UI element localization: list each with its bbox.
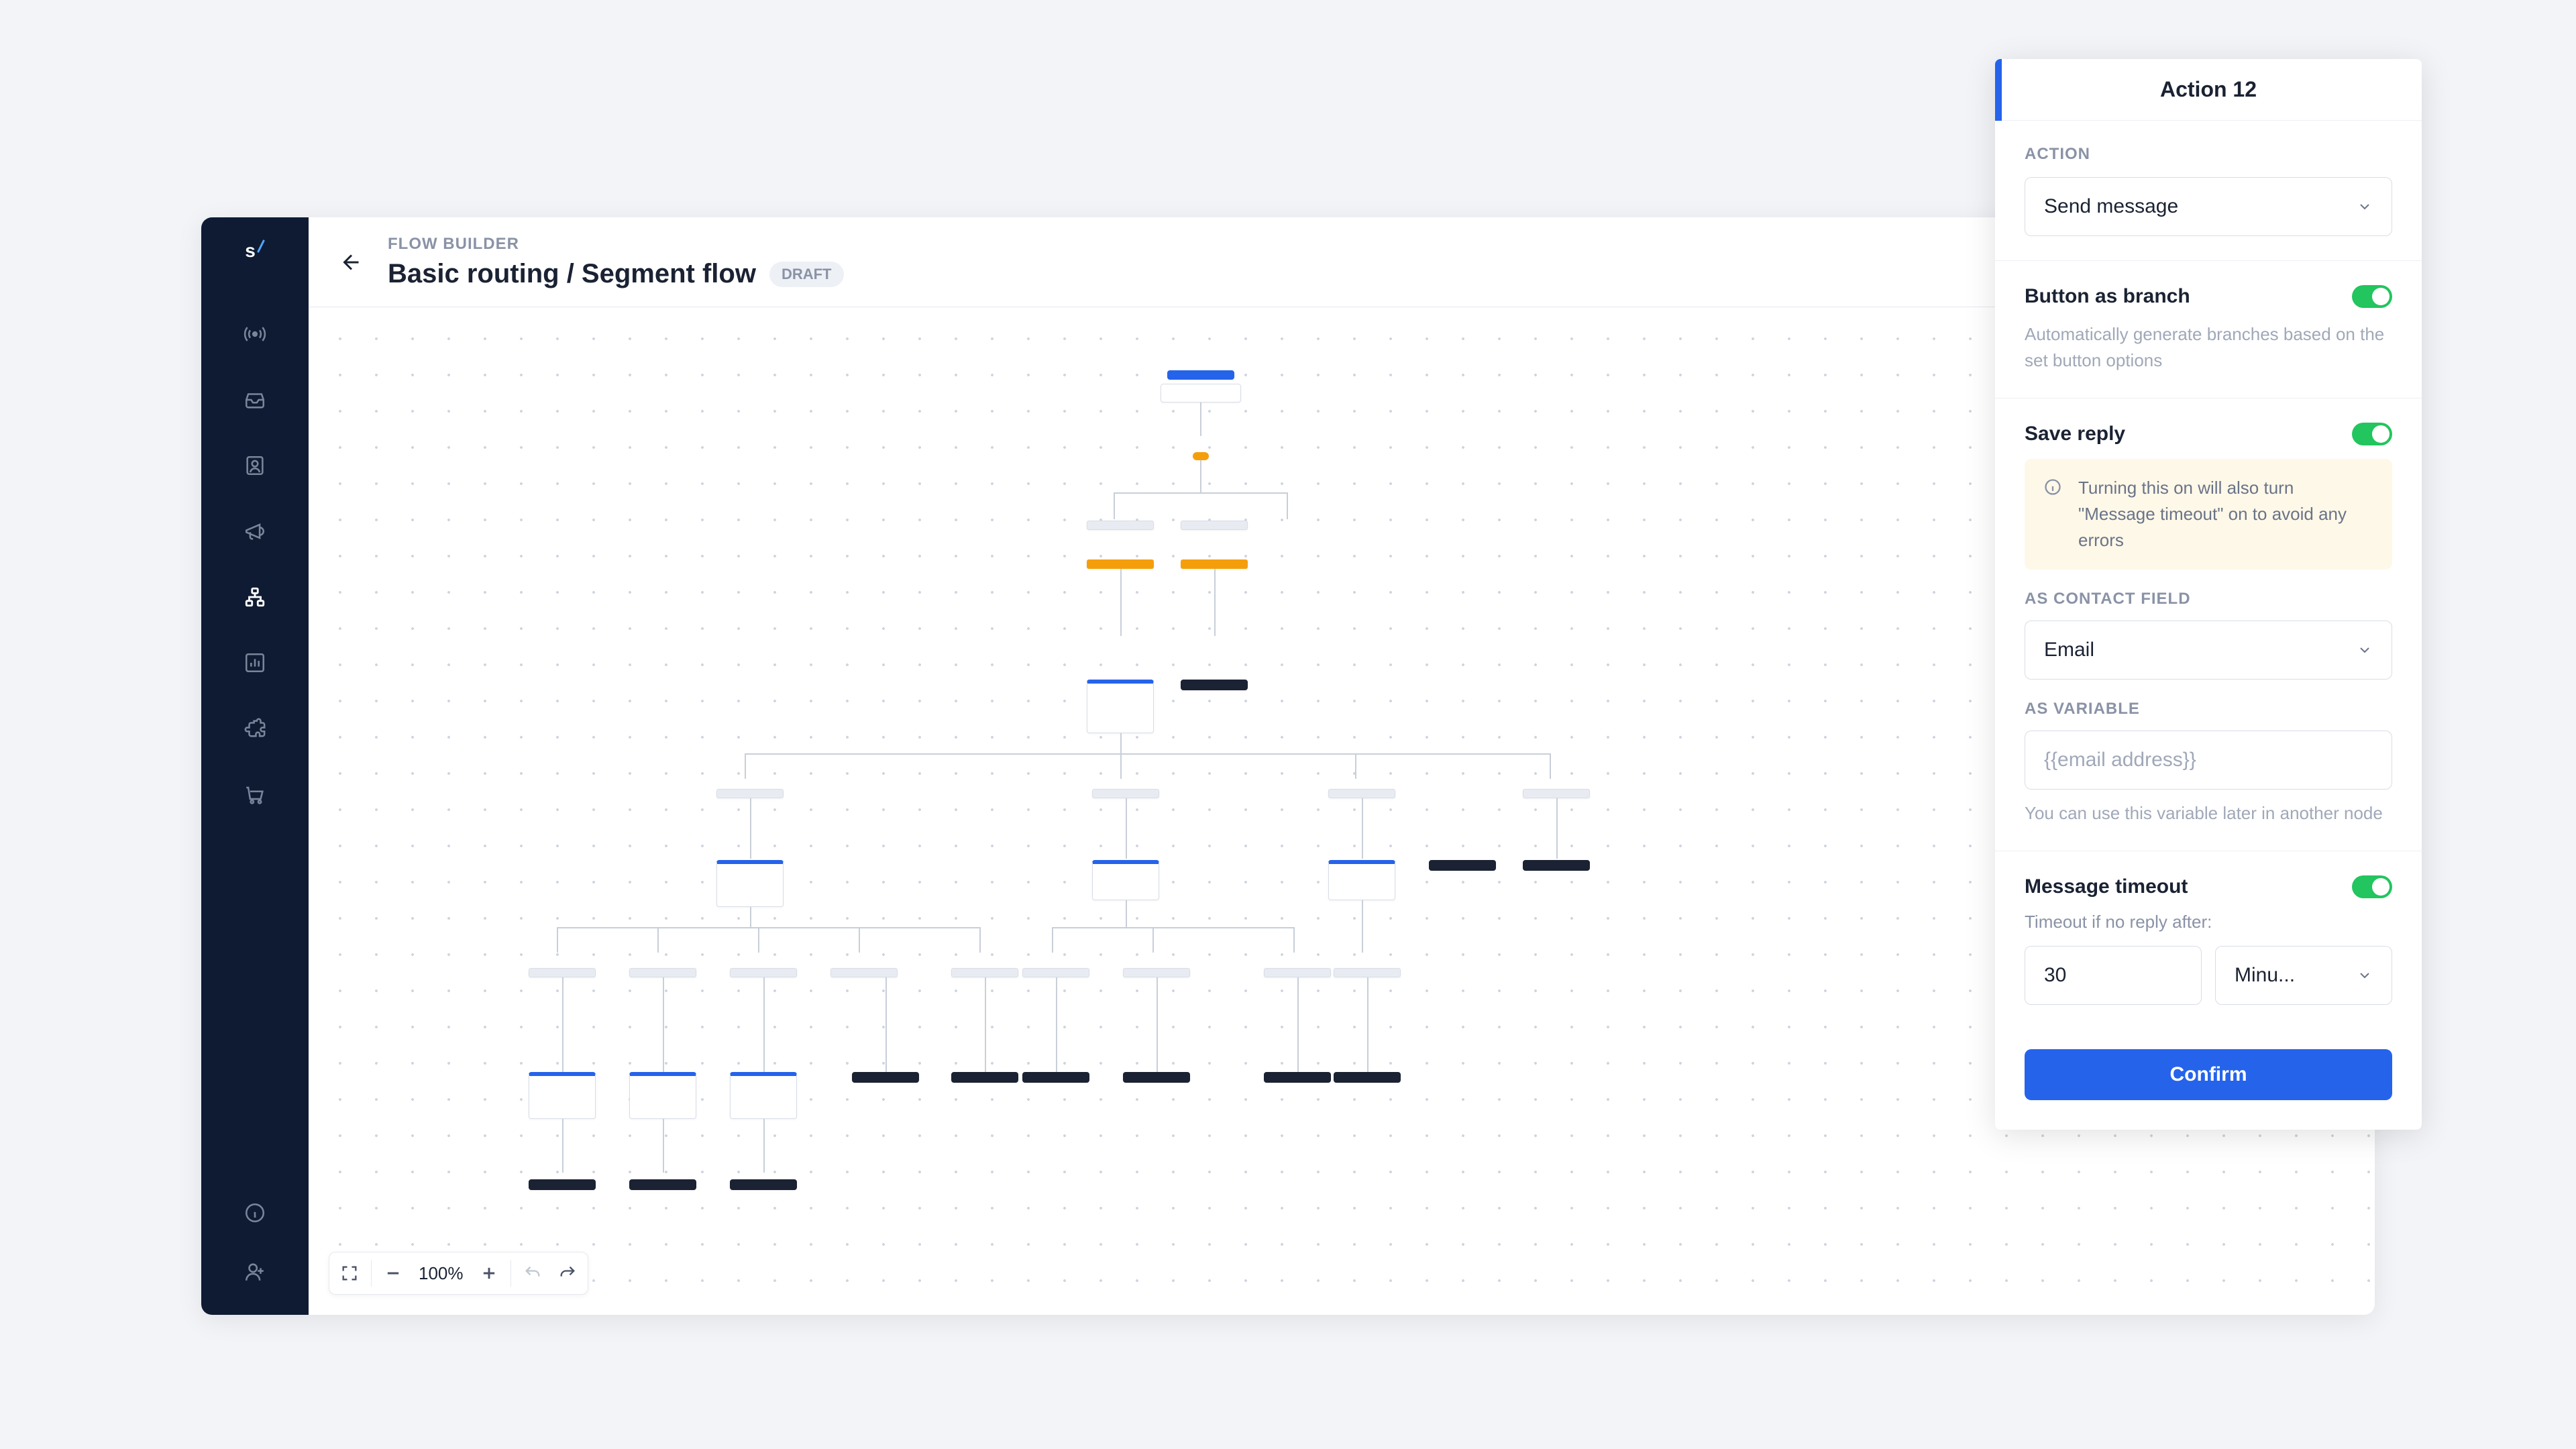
flow-node[interactable] — [1523, 789, 1590, 798]
add-user-icon[interactable] — [239, 1256, 271, 1288]
flow-node[interactable] — [1328, 860, 1395, 900]
flow-node[interactable] — [1123, 968, 1190, 977]
page-title: Basic routing / Segment flow — [388, 259, 756, 289]
timeout-toggle[interactable] — [2352, 875, 2392, 898]
info-box: Turning this on will also turn "Message … — [2025, 459, 2392, 570]
zoom-out-icon[interactable] — [380, 1260, 407, 1287]
branch-toggle-label: Button as branch — [2025, 285, 2190, 308]
flow-node[interactable] — [629, 1179, 696, 1190]
flow-node[interactable] — [730, 968, 797, 977]
flow-node[interactable] — [1181, 680, 1248, 690]
flow-node[interactable] — [529, 968, 596, 977]
flow-node[interactable] — [852, 1072, 919, 1083]
zoom-value: 100% — [415, 1263, 468, 1284]
flow-node[interactable] — [1328, 789, 1395, 798]
info-icon — [2043, 478, 2065, 499]
inbox-icon[interactable] — [239, 384, 271, 416]
branch-help: Automatically generate branches based on… — [2025, 321, 2392, 374]
expand-icon[interactable] — [336, 1260, 363, 1287]
app-logo[interactable]: s — [241, 237, 268, 264]
confirm-button[interactable]: Confirm — [2025, 1049, 2392, 1100]
panel-header: Action 12 — [1995, 59, 2422, 121]
flow-node[interactable] — [1193, 452, 1209, 460]
save-reply-toggle-label: Save reply — [2025, 423, 2125, 445]
flow-node[interactable] — [730, 1072, 797, 1119]
flow-node[interactable] — [1022, 1072, 1089, 1083]
timeout-unit-select[interactable]: Minu... — [2215, 946, 2392, 1005]
flow-node[interactable] — [1334, 968, 1401, 977]
flow-node[interactable] — [1264, 968, 1331, 977]
zoom-toolbar: 100% — [329, 1252, 588, 1295]
megaphone-icon[interactable] — [239, 515, 271, 547]
sidebar: s — [201, 217, 309, 1315]
undo-icon[interactable] — [519, 1260, 546, 1287]
action-panel: Action 12 ACTION Send message Button as … — [1995, 59, 2422, 1130]
flow-node[interactable] — [1123, 1072, 1190, 1083]
chevron-down-icon — [2357, 199, 2373, 215]
flow-node[interactable] — [1181, 521, 1248, 530]
flow-node[interactable] — [1181, 559, 1248, 569]
action-select[interactable]: Send message — [2025, 177, 2392, 236]
branch-toggle[interactable] — [2352, 285, 2392, 308]
cart-icon[interactable] — [239, 778, 271, 810]
variable-input[interactable]: {{email address}} — [2025, 731, 2392, 790]
flow-node[interactable] — [529, 1072, 596, 1119]
flow-node[interactable] — [529, 1179, 596, 1190]
flow-node[interactable] — [1334, 1072, 1401, 1083]
flow-node[interactable] — [629, 1072, 696, 1119]
breadcrumb: FLOW BUILDER — [388, 235, 2168, 254]
back-button[interactable] — [335, 246, 368, 278]
timeout-sublabel: Timeout if no reply after: — [2025, 912, 2392, 932]
timeout-value-input[interactable]: 30 — [2025, 946, 2202, 1005]
flow-node[interactable] — [951, 968, 1018, 977]
flow-node[interactable] — [1092, 860, 1159, 900]
analytics-icon[interactable] — [239, 647, 271, 679]
zoom-in-icon[interactable] — [476, 1260, 502, 1287]
flow-node[interactable] — [1264, 1072, 1331, 1083]
variable-label: AS VARIABLE — [2025, 700, 2392, 718]
flow-node[interactable] — [1167, 370, 1234, 380]
flow-node[interactable] — [1022, 968, 1089, 977]
chevron-down-icon — [2357, 642, 2373, 658]
puzzle-icon[interactable] — [239, 712, 271, 745]
flow-node[interactable] — [1523, 860, 1590, 871]
contact-field-label: AS CONTACT FIELD — [2025, 590, 2392, 608]
flow-node[interactable] — [1429, 860, 1496, 871]
flow-node[interactable] — [716, 860, 784, 907]
panel-title: Action 12 — [2160, 77, 2257, 102]
flow-node[interactable] — [730, 1179, 797, 1190]
flow-node[interactable] — [951, 1072, 1018, 1083]
flow-node[interactable] — [1092, 789, 1159, 798]
contact-field-select[interactable]: Email — [2025, 621, 2392, 680]
flow-icon[interactable] — [239, 581, 271, 613]
status-badge: DRAFT — [769, 262, 844, 287]
chevron-down-icon — [2357, 967, 2373, 983]
flow-node[interactable] — [830, 968, 898, 977]
flow-node[interactable] — [1087, 680, 1154, 733]
flow-node[interactable] — [716, 789, 784, 798]
variable-hint: You can use this variable later in anoth… — [2025, 800, 2392, 826]
flow-node[interactable] — [629, 968, 696, 977]
flow-node[interactable] — [1087, 521, 1154, 530]
broadcast-icon[interactable] — [239, 318, 271, 350]
save-reply-toggle[interactable] — [2352, 423, 2392, 445]
flow-node[interactable] — [1087, 559, 1154, 569]
info-icon[interactable] — [239, 1197, 271, 1229]
timeout-toggle-label: Message timeout — [2025, 875, 2188, 898]
action-label: ACTION — [2025, 145, 2392, 164]
redo-icon[interactable] — [554, 1260, 581, 1287]
contact-icon[interactable] — [239, 449, 271, 482]
flow-node[interactable] — [1161, 384, 1241, 402]
